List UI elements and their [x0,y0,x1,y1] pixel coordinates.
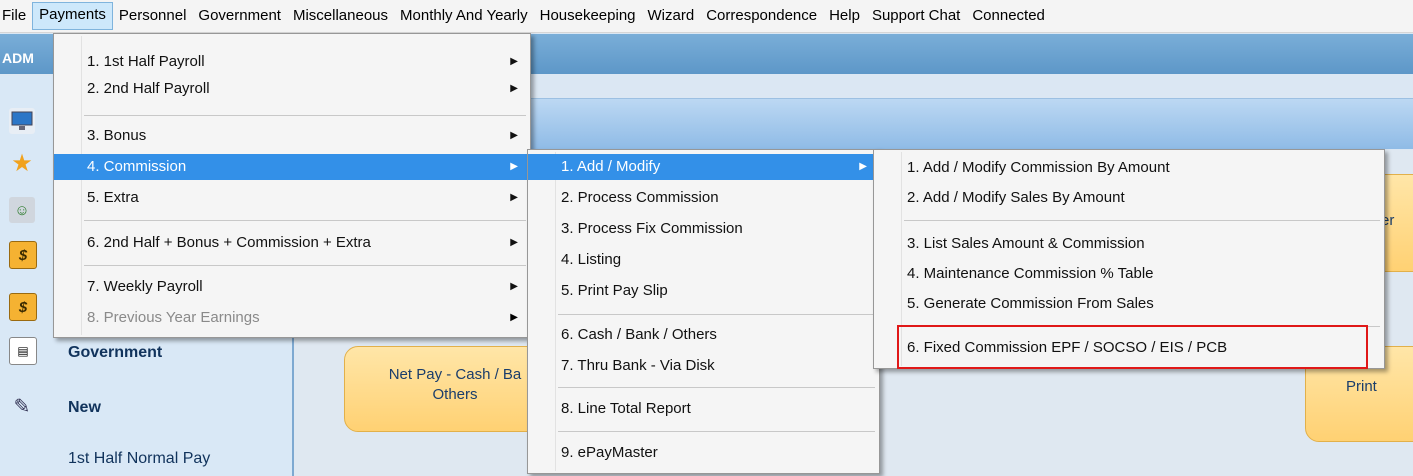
menu-item-listing[interactable]: 4. Listing [528,247,879,273]
menu-item-epaymaster[interactable]: 9. ePayMaster [528,440,879,466]
menu-item-thru-bank-via-disk[interactable]: 7. Thru Bank - Via Disk [528,353,879,379]
menu-item-process-commission[interactable]: 2. Process Commission [528,185,879,211]
chevron-right-icon: ▶ [510,130,518,141]
menu-item-2nd-half-payroll[interactable]: 2. 2nd Half Payroll ▶ [54,76,530,102]
separator [84,265,526,266]
menu-payments[interactable]: Payments [32,2,113,30]
menu-item-maintenance-commission-table[interactable]: 4. Maintenance Commission % Table [874,261,1384,287]
menu-housekeeping[interactable]: Housekeeping [534,3,642,29]
menu-government[interactable]: Government [192,3,287,29]
chevron-right-icon: ▶ [859,161,867,172]
separator [84,220,526,221]
chevron-right-icon: ▶ [510,237,518,248]
menu-item-bonus[interactable]: 3. Bonus ▶ [54,123,530,149]
window-title: ADM [2,50,34,66]
menu-item-print-pay-slip[interactable]: 5. Print Pay Slip [528,278,879,304]
sidebar-new[interactable]: New [68,399,101,417]
commission-submenu: 1. Add / Modify ▶ 2. Process Commission 3… [527,149,880,474]
menu-item-weekly-payroll[interactable]: 7. Weekly Payroll ▶ [54,274,530,300]
separator [558,387,875,388]
chevron-right-icon: ▶ [510,281,518,292]
chevron-right-icon: ▶ [510,56,518,67]
menu-item-1st-half-payroll[interactable]: 1. 1st Half Payroll ▶ [54,49,530,75]
menu-support-chat[interactable]: Support Chat [866,3,966,29]
star-icon[interactable]: ★ [9,150,35,177]
separator [558,431,875,432]
menu-correspondence[interactable]: Correspondence [700,3,823,29]
menu-item-line-total-report[interactable]: 8. Line Total Report [528,396,879,422]
menu-wizard[interactable]: Wizard [642,3,701,29]
menu-bar: File Payments Personnel Government Misce… [0,0,1413,33]
menu-item-commission[interactable]: 4. Commission ▶ [54,154,530,180]
right-panel-label: er [1381,212,1395,229]
menu-item-list-sales-amount-commission[interactable]: 3. List Sales Amount & Commission [874,231,1384,257]
government-icon[interactable]: ▤ [9,337,37,365]
menu-item-2nd-half-combined[interactable]: 6. 2nd Half + Bonus + Commission + Extra… [54,230,530,256]
print-label: Print [1346,378,1377,395]
edit-icon[interactable]: ✎ [9,393,35,419]
menu-item-add-modify[interactable]: 1. Add / Modify ▶ [528,154,879,180]
menu-personnel[interactable]: Personnel [113,3,193,29]
dollar-icon[interactable]: $ [9,293,37,321]
payments-menu: 1. 1st Half Payroll ▶ 2. 2nd Half Payroll… [53,33,531,338]
menu-miscellaneous[interactable]: Miscellaneous [287,3,394,29]
menu-item-extra[interactable]: 5. Extra ▶ [54,185,530,211]
sidebar-normal-pay[interactable]: 1st Half Normal Pay [68,450,210,468]
menu-item-cash-bank-others[interactable]: 6. Cash / Bank / Others [528,322,879,348]
separator [904,220,1380,221]
chevron-right-icon: ▶ [510,312,518,323]
menu-monthly-yearly[interactable]: Monthly And Yearly [394,3,534,29]
menu-item-process-fix-commission[interactable]: 3. Process Fix Commission [528,216,879,242]
separator [84,115,526,116]
chevron-right-icon: ▶ [510,192,518,203]
separator [558,314,875,315]
people-icon[interactable]: ☺ [9,197,35,223]
monitor-icon[interactable] [9,108,35,134]
chevron-right-icon: ▶ [510,161,518,172]
menu-connected[interactable]: Connected [966,3,1051,29]
dollar-icon[interactable]: $ [9,241,37,269]
menu-file[interactable]: File [0,3,32,29]
menu-item-add-modify-sales-by-amount[interactable]: 2. Add / Modify Sales By Amount [874,185,1384,211]
menu-item-add-modify-commission-by-amount[interactable]: 1. Add / Modify Commission By Amount [874,155,1384,181]
sidebar-government[interactable]: Government [68,344,162,362]
chevron-right-icon: ▶ [510,83,518,94]
callout-highlight-box [897,325,1368,369]
menu-help[interactable]: Help [823,3,866,29]
menu-item-generate-commission-from-sales[interactable]: 5. Generate Commission From Sales [874,291,1384,317]
menu-item-previous-year-earnings[interactable]: 8. Previous Year Earnings ▶ [54,305,530,331]
